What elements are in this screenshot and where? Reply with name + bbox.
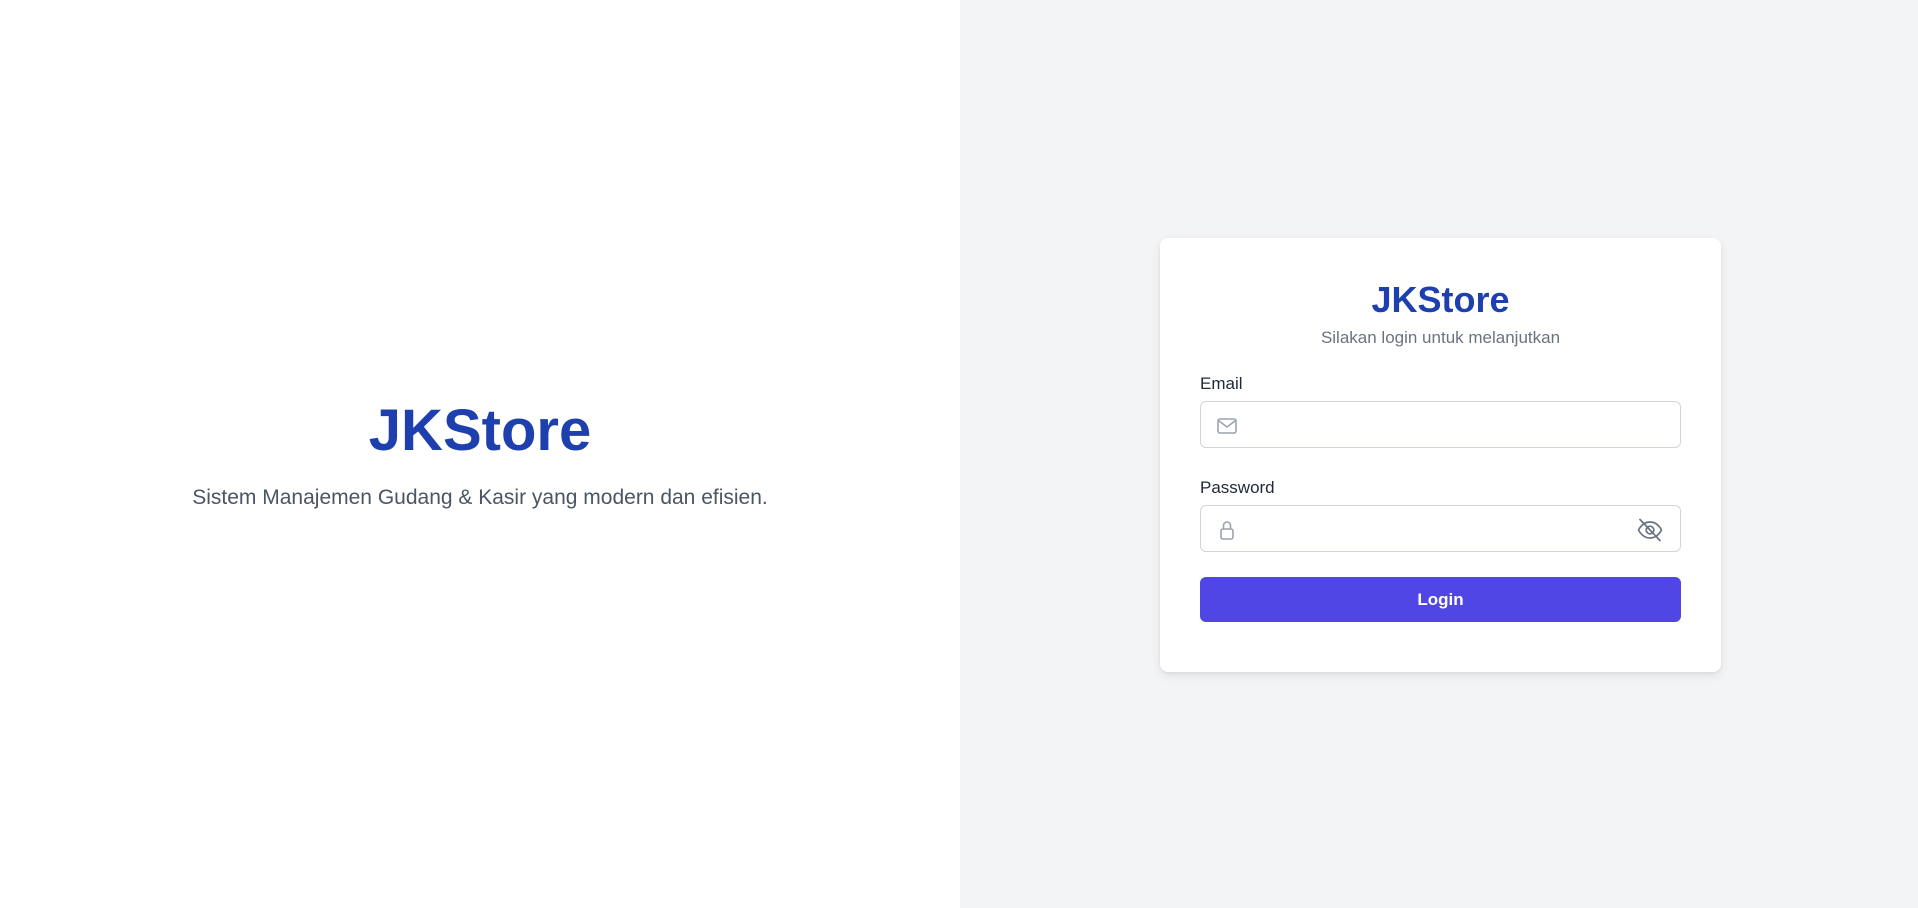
eye-off-icon[interactable] (1636, 517, 1664, 543)
hero-tagline: Sistem Manajemen Gudang & Kasir yang mod… (192, 485, 768, 509)
login-panel: JKStore Silakan login untuk melanjutkan … (960, 0, 1918, 908)
password-field[interactable] (1201, 506, 1680, 551)
lock-icon (1215, 518, 1239, 542)
email-field[interactable] (1201, 402, 1680, 447)
login-card: JKStore Silakan login untuk melanjutkan … (1160, 238, 1721, 672)
card-title: JKStore (1371, 279, 1510, 320)
login-button[interactable]: Login (1200, 577, 1681, 622)
hero-panel: JKStore Sistem Manajemen Gudang & Kasir … (0, 0, 960, 908)
email-input-wrapper (1200, 401, 1681, 448)
email-label: Email (1200, 374, 1243, 393)
card-subtitle: Silakan login untuk melanjutkan (1320, 328, 1561, 347)
login-page: JKStore Sistem Manajemen Gudang & Kasir … (0, 0, 1918, 908)
password-label: Password (1200, 478, 1275, 497)
password-input-wrapper (1200, 505, 1681, 552)
mail-icon (1215, 414, 1239, 438)
hero-title: JKStore (368, 397, 592, 463)
